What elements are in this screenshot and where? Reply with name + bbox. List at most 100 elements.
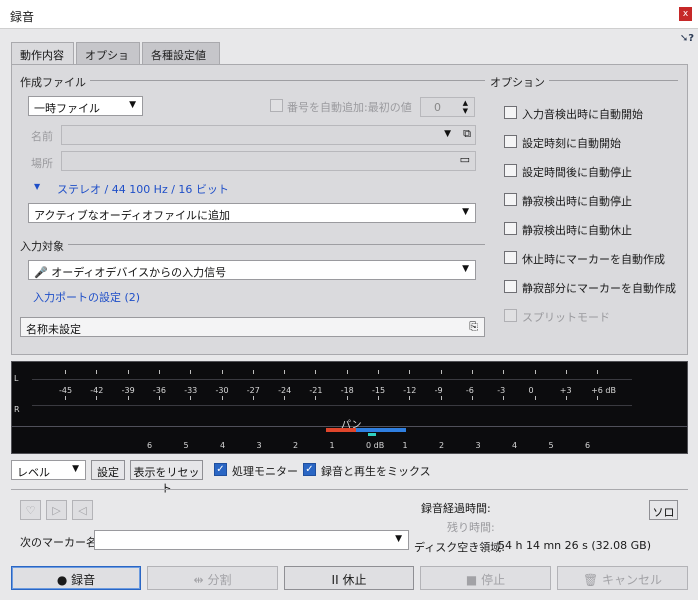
meter-tick	[221, 396, 223, 400]
next-marker-select[interactable]: ▼	[94, 530, 409, 550]
add-mode-value: アクティブなオーディオファイルに追加	[34, 209, 231, 222]
next-marker-label: 次のマーカー名	[20, 536, 97, 549]
option-label: 静寂検出時に自動休止	[522, 224, 632, 237]
meter-tick	[346, 396, 348, 400]
meter-tick	[503, 396, 505, 400]
meter-tick	[284, 370, 286, 374]
location-field[interactable]: ▭	[61, 151, 476, 171]
auto-stop-after-time-checkbox[interactable]	[504, 164, 517, 177]
auto-start-at-time-checkbox[interactable]	[504, 135, 517, 148]
meter-tick	[534, 370, 536, 374]
pan-scale-label: 2	[439, 441, 445, 450]
meter-tick	[503, 370, 505, 374]
meter-tick	[190, 396, 192, 400]
marker-heart-icon[interactable]: ♡	[20, 500, 41, 520]
tab-options[interactable]: オプション	[76, 42, 140, 78]
meter-tick	[96, 396, 98, 400]
meter-scale-label: -30	[215, 386, 229, 395]
mix-playback-label: 録音と再生をミックス	[321, 465, 431, 478]
tab-presets[interactable]: 各種設定値	[142, 42, 220, 65]
input-source-select[interactable]: 🎤 オーディオデバイスからの入力信号 ▼	[28, 260, 476, 280]
split-button[interactable]: ⇹ 分割	[147, 566, 278, 590]
meter-scale-label: -21	[309, 386, 323, 395]
meter-tick	[471, 396, 473, 400]
tab-actions[interactable]: 動作内容	[11, 42, 74, 66]
pan-left-bar	[326, 428, 356, 432]
meter-scale-label: -3	[497, 386, 506, 395]
close-button[interactable]: x	[679, 7, 692, 21]
option-label: スプリットモード	[522, 311, 610, 324]
meter-tick	[315, 396, 317, 400]
solo-button[interactable]: ソロ	[649, 500, 678, 520]
meter-tick	[96, 370, 98, 374]
split-icon: ⇹	[193, 573, 204, 587]
window-title: 録音	[10, 10, 35, 24]
pan-scale-label: 3	[256, 441, 262, 450]
level-meter[interactable]: L R -45 -42 -39 -36 -33 -30 -27 -24 -21 -18 -15 -12…	[11, 361, 688, 454]
process-monitor-checkbox[interactable]: ✓	[214, 463, 227, 476]
format-link[interactable]: ステレオ / 44 100 Hz / 16 ビット	[57, 181, 229, 197]
meter-tick	[158, 396, 160, 400]
meter-scale-label: -36	[152, 386, 166, 395]
marker-on-pause-checkbox[interactable]	[504, 251, 517, 264]
mix-playback-checkbox[interactable]: ✓	[303, 463, 316, 476]
help-icon[interactable]: ➘?	[680, 33, 694, 44]
cancel-button[interactable]: 🗑 キャンセル	[557, 566, 688, 590]
input-port-link[interactable]: 入力ポートの設定 (2)	[33, 289, 140, 305]
meter-tick	[378, 396, 379, 400]
reset-display-button[interactable]: 表示をリセット	[130, 460, 203, 495]
copy-icon[interactable]: ⧉	[463, 127, 471, 141]
option-label: 設定時刻に自動開始	[522, 137, 621, 150]
location-label: 場所	[31, 157, 53, 170]
pan-scale-label: 4	[512, 441, 518, 450]
name-field[interactable]: ▼ ⧉	[61, 125, 476, 145]
pan-scale-label: 4	[220, 441, 226, 450]
pan-scale-label: 3	[475, 441, 481, 450]
meter-scale-label: -42	[90, 386, 104, 395]
meter-scale-label: -39	[121, 386, 135, 395]
next-marker-icon[interactable]: ▷	[46, 500, 67, 520]
meter-scale-label: -15	[372, 386, 386, 395]
meter-tick	[597, 370, 599, 374]
auto-start-on-input-checkbox[interactable]	[504, 106, 517, 119]
marker-name-field[interactable]: 名称未設定 ⎘	[20, 317, 485, 337]
prev-marker-icon[interactable]: ◁	[72, 500, 93, 520]
meter-scale-label: -24	[278, 386, 292, 395]
input-source-value: オーディオデバイスからの入力信号	[51, 266, 227, 279]
edit-icon[interactable]: ⎘	[469, 320, 478, 334]
meter-line-right	[32, 405, 632, 406]
file-type-select[interactable]: 一時ファイル ▼	[28, 96, 143, 116]
meter-scale-label: +3	[559, 386, 572, 395]
marker-on-silence-checkbox[interactable]	[504, 280, 517, 293]
input-divider	[20, 244, 485, 245]
separator	[11, 489, 688, 490]
display-mode-select[interactable]: レベル ▼	[11, 460, 86, 480]
option-label: 静寂部分にマーカーを自動作成	[522, 282, 676, 295]
name-label: 名前	[31, 130, 53, 143]
stop-button[interactable]: ■ 停止	[420, 566, 551, 590]
elapsed-label: 録音経過時間:	[421, 502, 491, 515]
meter-tick	[158, 370, 160, 374]
meter-scale-label: 0	[528, 386, 534, 395]
expand-triangle-icon[interactable]: ▼	[34, 182, 40, 191]
pan-right-bar	[356, 428, 406, 432]
option-label: 静寂検出時に自動停止	[522, 195, 632, 208]
auto-number-stepper[interactable]: 0 ▲ ▼	[420, 97, 475, 117]
folder-icon[interactable]: ▭	[460, 153, 470, 166]
meter-tick	[127, 396, 129, 400]
split-label: 分割	[207, 573, 232, 587]
meter-tick	[221, 370, 223, 374]
create-file-group-label: 作成ファイル	[20, 74, 90, 90]
meter-tick	[378, 370, 379, 374]
auto-pause-on-silence-checkbox[interactable]	[504, 222, 517, 235]
meter-settings-button[interactable]: 設定	[91, 460, 125, 480]
trash-icon: 🗑	[582, 573, 599, 587]
meter-tick	[471, 370, 473, 374]
record-button[interactable]: ● 録音	[11, 566, 141, 590]
auto-stop-on-silence-checkbox[interactable]	[504, 193, 517, 206]
split-mode-checkbox[interactable]	[504, 309, 517, 322]
pause-button[interactable]: II 休止	[284, 566, 414, 590]
title-bar: 録音 x	[0, 0, 698, 29]
auto-number-checkbox[interactable]	[270, 99, 283, 112]
add-mode-select[interactable]: アクティブなオーディオファイルに追加 ▼	[28, 203, 476, 223]
